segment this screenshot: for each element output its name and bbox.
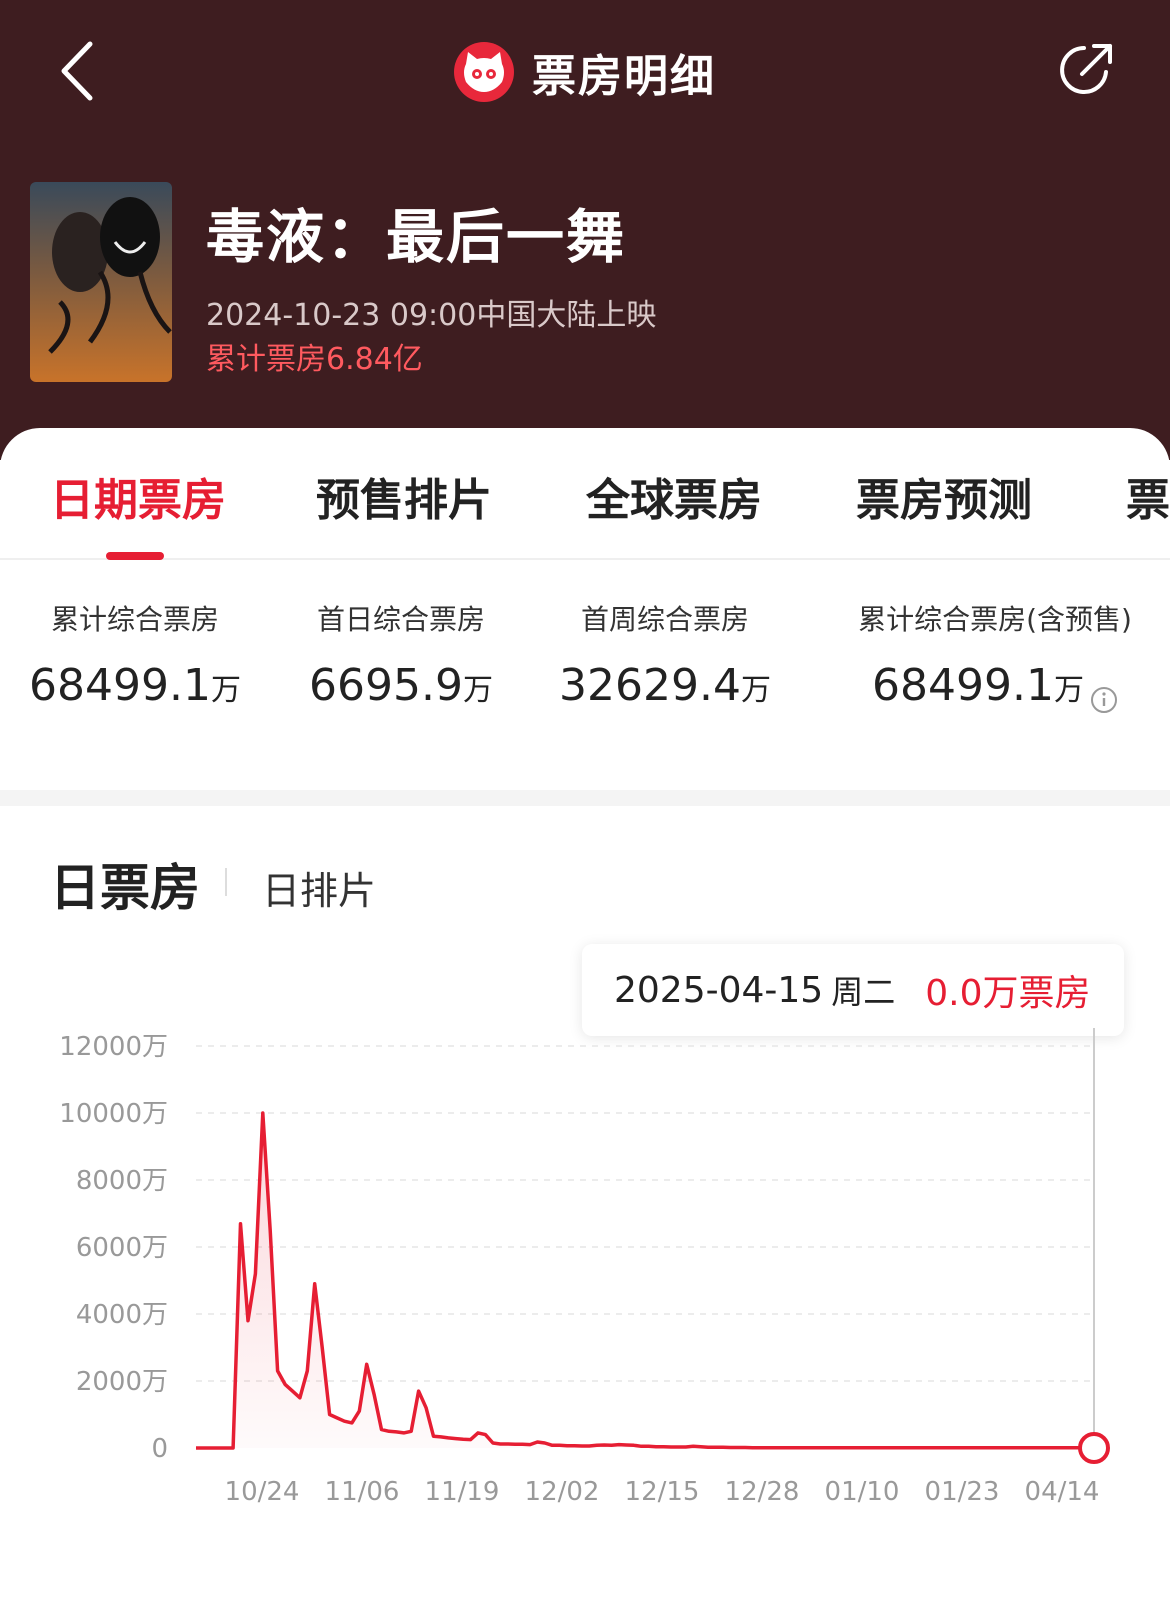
x-tick-label: 01/23 [925, 1477, 1000, 1507]
total-box-office: 累计票房6.84亿 [206, 342, 423, 377]
stats-row: 累计综合票房 68499.1万 首日综合票房 6695.9万 首周综合票房 32… [0, 598, 1170, 728]
stat-value: 32629.4万 [559, 660, 771, 711]
x-tick-label: 11/06 [325, 1477, 400, 1507]
top-bar: 票房明细 [0, 0, 1170, 140]
daily-box-office-chart[interactable]: 12000万 10000万 8000万 6000万 4000万 2000万 0 10/24 11… [0, 1028, 1170, 1568]
movie-poster[interactable] [30, 182, 172, 382]
stat-label: 首周综合票房 [580, 603, 749, 636]
active-tab-indicator [106, 552, 164, 560]
stat-cumulative: 累计综合票房 68499.1万 [0, 598, 280, 711]
y-tick-label: 12000万 [59, 1032, 168, 1062]
y-tick-label: 4000万 [76, 1300, 168, 1330]
info-icon[interactable] [1090, 674, 1118, 713]
x-tick-label: 04/14 [1025, 1477, 1100, 1507]
tab-separator [225, 868, 227, 896]
header: 票房明细 毒液：最后一舞 2024-10-23 09:00中国大陆上映 累计票房… [0, 0, 1170, 460]
tab-forecast[interactable]: 票房预测 [856, 464, 1032, 528]
stat-first-week: 首周综合票房 32629.4万 [520, 598, 810, 711]
stat-label: 累计综合票房(含预售) [858, 603, 1132, 636]
stat-value: 68499.1万 [840, 660, 1150, 713]
x-tick-label: 12/15 [625, 1477, 700, 1507]
tab-daily-box-office[interactable]: 日期票房 [50, 464, 226, 528]
page-title: 票房明细 [532, 51, 716, 102]
series-area [196, 1113, 1094, 1448]
tooltip-weekday: 周二 [831, 973, 896, 1011]
x-tick-label: 01/10 [825, 1477, 900, 1507]
x-tick-label: 10/24 [225, 1477, 300, 1507]
tab-daily-revenue[interactable]: 日票房 [50, 848, 200, 920]
stat-label: 首日综合票房 [316, 603, 485, 636]
tab-more[interactable]: 票 [1126, 464, 1170, 528]
stat-value: 68499.1万 [29, 660, 241, 711]
cat-logo-icon [454, 42, 514, 102]
stat-value: 6695.9万 [309, 660, 493, 711]
tab-bar: 日期票房 预售排片 全球票房 票房预测 票 [0, 428, 1170, 560]
section-divider [0, 790, 1170, 806]
share-icon [1060, 44, 1112, 94]
stat-label: 累计综合票房 [50, 603, 219, 636]
chart-tooltip: 2025-04-15 周二 0.0万票房 [582, 944, 1124, 1036]
tab-global-box-office[interactable]: 全球票房 [586, 464, 762, 528]
tooltip-value: 0.0万票房 [925, 973, 1091, 1014]
tab-daily-screenings[interactable]: 日排片 [262, 860, 376, 915]
release-info: 2024-10-23 09:00中国大陆上映 [206, 298, 657, 333]
content-card: 日期票房 预售排片 全球票房 票房预测 票 累计综合票房 68499.1万 首日… [0, 428, 1170, 1615]
y-tick-label: 2000万 [76, 1367, 168, 1397]
stat-first-day: 首日综合票房 6695.9万 [256, 598, 546, 711]
title-group: 票房明细 [0, 40, 1170, 104]
highlight-point [1078, 1432, 1110, 1464]
stat-cumulative-with-presale: 累计综合票房(含预售) 68499.1万 [840, 598, 1150, 713]
share-button[interactable] [1054, 38, 1118, 102]
movie-title: 毒液：最后一舞 [206, 203, 627, 271]
y-tick-label: 8000万 [76, 1166, 168, 1196]
y-tick-label: 6000万 [76, 1233, 168, 1263]
tab-presale[interactable]: 预售排片 [316, 464, 492, 528]
series-line [196, 1111, 1095, 1450]
y-tick-label: 10000万 [59, 1099, 168, 1129]
x-tick-label: 12/28 [725, 1477, 800, 1507]
x-tick-label: 12/02 [525, 1477, 600, 1507]
y-tick-label: 0 [151, 1434, 168, 1464]
tooltip-date: 2025-04-15 [614, 969, 824, 1011]
x-tick-label: 11/19 [425, 1477, 500, 1507]
